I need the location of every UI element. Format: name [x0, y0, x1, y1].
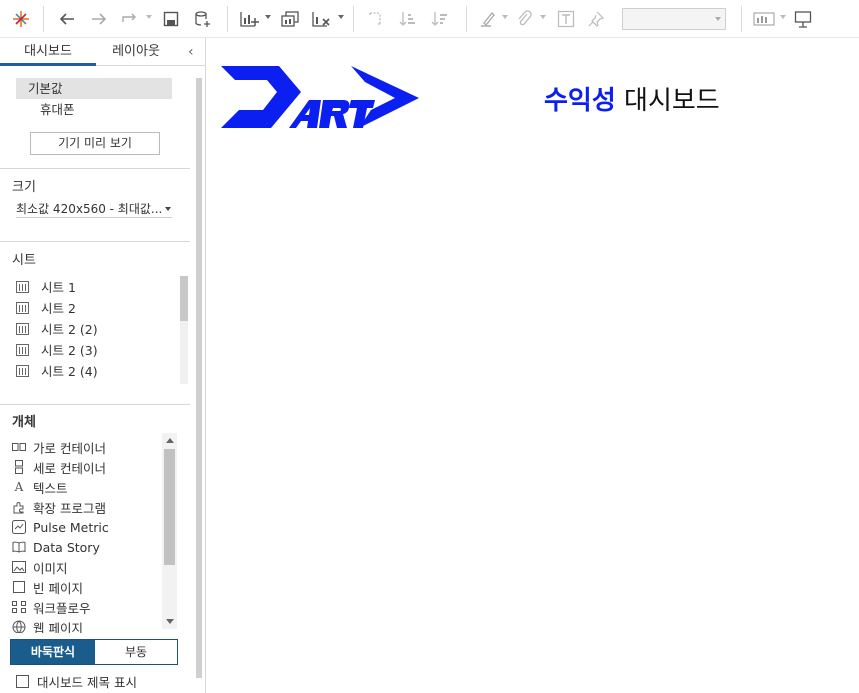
- show-title-checkbox[interactable]: [16, 675, 29, 688]
- floating-button[interactable]: 부동: [95, 640, 177, 664]
- worksheet-icon: [16, 322, 29, 335]
- sheet-scrollbar[interactable]: [180, 276, 188, 384]
- attach-icon[interactable]: [513, 7, 535, 31]
- new-worksheet-icon[interactable]: [238, 7, 260, 31]
- object-list: 가로 컨테이너 세로 컨테이너 A 텍스트 확장 프로그램 Pulse Metr…: [12, 437, 162, 633]
- collapse-panel-icon[interactable]: ‹: [188, 44, 202, 60]
- sheet-item[interactable]: 시트 2 (4): [16, 360, 178, 381]
- presentation-icon[interactable]: [792, 7, 814, 31]
- pulse-metric-icon: [12, 520, 26, 534]
- object-workflow[interactable]: 워크플로우: [12, 597, 162, 617]
- object-label: 빈 페이지: [33, 580, 83, 596]
- object-label: 이미지: [33, 560, 68, 576]
- scroll-thumb[interactable]: [164, 449, 175, 565]
- object-data-story[interactable]: Data Story: [12, 537, 162, 557]
- web-page-icon: [12, 620, 26, 633]
- swap-icon[interactable]: [364, 7, 386, 31]
- show-title-label: 대시보드 제목 표시: [37, 675, 137, 690]
- object-label: 세로 컨테이너: [33, 460, 106, 476]
- object-text[interactable]: A 텍스트: [12, 477, 162, 497]
- data-story-icon: [12, 540, 26, 554]
- show-me-icon[interactable]: [752, 7, 776, 31]
- sheet-item[interactable]: 시트 2: [16, 297, 178, 318]
- pin-icon[interactable]: [585, 7, 607, 31]
- sheet-label: 시트 2 (2): [41, 322, 98, 337]
- sheet-item[interactable]: 시트 1: [16, 276, 178, 297]
- object-label: 확장 프로그램: [33, 500, 106, 516]
- layout-mode-toggle: 바둑판식 부동: [10, 639, 178, 665]
- image-icon: [12, 560, 26, 574]
- highlight-icon[interactable]: [477, 7, 499, 31]
- redo-icon[interactable]: [88, 7, 110, 31]
- object-vertical-container[interactable]: 세로 컨테이너: [12, 457, 162, 477]
- clear-icon[interactable]: [310, 7, 332, 31]
- worksheet-icon: [16, 280, 29, 293]
- toolbar: [0, 0, 859, 38]
- save-icon[interactable]: [160, 7, 182, 31]
- object-blank[interactable]: 빈 페이지: [12, 577, 162, 597]
- object-label: Pulse Metric: [33, 519, 109, 535]
- sheet-label: 시트 2 (4): [41, 364, 98, 379]
- tableau-logo-icon[interactable]: [10, 7, 32, 31]
- panel-scrollbar[interactable]: [196, 78, 202, 678]
- blank-icon: [12, 580, 26, 594]
- sheet-list: 시트 1 시트 2 시트 2 (2) 시트 2 (3) 시트 2 (4): [16, 276, 178, 384]
- object-scrollbar[interactable]: [162, 433, 177, 629]
- size-value: 최소값 420x560 - 최대값...: [16, 202, 163, 216]
- dashboard-panel: 대시보드 레이아웃 ‹ 기본값 휴대폰 기기 미리 보기 크기 최소값 420x…: [0, 38, 206, 693]
- sort-descending-icon[interactable]: [429, 7, 451, 31]
- replay-icon[interactable]: [119, 7, 141, 31]
- object-label: 텍스트: [33, 480, 68, 496]
- sort-ascending-icon[interactable]: [397, 7, 419, 31]
- text-label-icon[interactable]: [555, 7, 577, 31]
- scroll-up-icon[interactable]: [166, 438, 174, 443]
- device-phone[interactable]: 휴대폰: [40, 100, 75, 120]
- object-label: 웹 페이지: [33, 620, 83, 634]
- object-horizontal-container[interactable]: 가로 컨테이너: [12, 437, 162, 457]
- object-web-page[interactable]: 웹 페이지: [12, 617, 162, 633]
- dashboard-canvas[interactable]: 수익성 대시보드: [207, 38, 859, 693]
- object-extension[interactable]: 확장 프로그램: [12, 497, 162, 517]
- worksheet-icon: [16, 364, 29, 377]
- sheet-label: 시트 2 (3): [41, 343, 98, 358]
- sheet-label: 시트 1: [41, 280, 76, 295]
- extension-icon: [12, 500, 26, 514]
- object-label: 워크플로우: [33, 600, 91, 616]
- undo-icon[interactable]: [56, 7, 78, 31]
- sheet-item[interactable]: 시트 2 (3): [16, 339, 178, 360]
- title-rest: 대시보드: [615, 86, 720, 116]
- scroll-down-icon[interactable]: [166, 619, 174, 624]
- object-image[interactable]: 이미지: [12, 557, 162, 577]
- duplicate-icon[interactable]: [279, 7, 301, 31]
- device-preview-button[interactable]: 기기 미리 보기: [30, 132, 160, 155]
- worksheet-icon: [16, 301, 29, 314]
- dashboard-title[interactable]: 수익성 대시보드: [544, 80, 720, 117]
- object-label: Data Story: [33, 539, 100, 555]
- objects-heading: 개체: [12, 415, 36, 430]
- horizontal-container-icon: [12, 440, 26, 454]
- sheet-label: 시트 2: [41, 301, 76, 316]
- workflow-icon: [12, 600, 26, 614]
- tab-dashboard[interactable]: 대시보드: [0, 38, 96, 66]
- size-dropdown[interactable]: 최소값 420x560 - 최대값...: [16, 200, 172, 218]
- show-title-option[interactable]: 대시보드 제목 표시: [16, 672, 137, 691]
- device-default[interactable]: 기본값: [16, 78, 172, 99]
- size-heading: 크기: [12, 180, 36, 195]
- vertical-container-icon: [12, 460, 26, 474]
- new-datasource-icon[interactable]: [192, 7, 214, 31]
- text-icon: A: [14, 480, 24, 494]
- tiled-button[interactable]: 바둑판식: [11, 640, 95, 664]
- chevron-down-icon: [165, 207, 171, 211]
- sheets-heading: 시트: [12, 253, 36, 268]
- worksheet-icon: [16, 343, 29, 356]
- sheet-item[interactable]: 시트 2 (2): [16, 318, 178, 339]
- tab-layout[interactable]: 레이아웃: [96, 38, 176, 66]
- dart-logo: [219, 64, 421, 132]
- fit-select[interactable]: [622, 8, 726, 30]
- panel-tabs: 대시보드 레이아웃 ‹: [0, 38, 206, 66]
- object-label: 가로 컨테이너: [33, 440, 106, 456]
- title-accent: 수익성: [544, 86, 616, 116]
- object-pulse-metric[interactable]: Pulse Metric: [12, 517, 162, 537]
